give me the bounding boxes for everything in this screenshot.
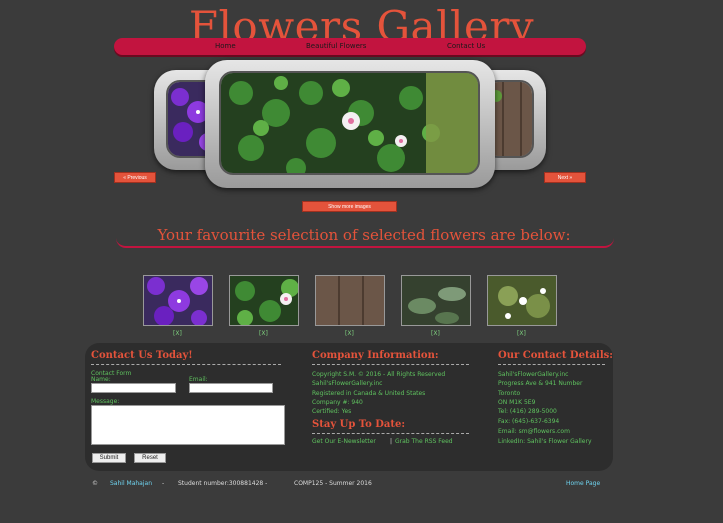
contact-details-title: Our Contact Details:: [498, 350, 613, 361]
details-line-3: Toronto: [498, 390, 521, 397]
course-info: COMP125 - Summer 2016: [294, 480, 372, 487]
student-number: Student number:300881428 -: [178, 480, 268, 487]
contact-details-rule: [498, 364, 605, 365]
company-line-3: Registered in Canada & United States: [312, 390, 426, 397]
stay-up-to-date-rule: [312, 433, 469, 434]
name-field[interactable]: [91, 383, 176, 393]
company-line-1: Copyright S.M. © 2016 - All Rights Reser…: [312, 371, 446, 378]
home-page-link[interactable]: Home Page: [566, 480, 600, 487]
thumbnail-wood-fence[interactable]: [315, 275, 385, 326]
thumbnail-mark-5[interactable]: [X]: [517, 330, 526, 337]
white-flower-thumbnail: [488, 276, 556, 325]
nav-contact-link[interactable]: Contact Us: [447, 42, 485, 50]
slide-main-image: [219, 71, 480, 175]
nav-bar: Home Beautiful Flowers Contact Us: [114, 38, 586, 55]
rss-feed-link[interactable]: Grab The RSS Feed: [395, 438, 453, 445]
thumbnail-leaves[interactable]: [401, 275, 471, 326]
company-line-2: Sahil'sFlowerGallery.inc: [312, 380, 383, 387]
thumbnail-clover-flower[interactable]: [229, 275, 299, 326]
newsletter-link[interactable]: Get Our E-Newsletter: [312, 438, 376, 445]
author-dash: -: [162, 480, 165, 487]
contact-form-title: Contact Us Today!: [91, 350, 193, 361]
thumbnail-mark-3[interactable]: [X]: [345, 330, 354, 337]
link-separator: |: [390, 438, 393, 445]
details-line-1: Sahil'sFlowerGallery.inc: [498, 371, 569, 378]
details-line-5: Tel: (416) 289-5000: [498, 408, 557, 415]
nav-beautiful-flowers-link[interactable]: Beautiful Flowers: [306, 42, 366, 50]
name-label: Name:: [91, 376, 111, 383]
company-line-4: Company #: 940: [312, 399, 363, 406]
message-label: Message:: [91, 398, 120, 405]
clover-flower-image: [221, 73, 478, 173]
thumbnail-mark-2[interactable]: [X]: [259, 330, 268, 337]
reset-button[interactable]: Reset: [134, 453, 166, 463]
stay-up-to-date-title: Stay Up To Date:: [312, 419, 406, 430]
thumbnail-white-flowers[interactable]: [487, 275, 557, 326]
company-line-5: Certified: Yes: [312, 408, 352, 415]
wood-thumbnail: [316, 276, 384, 325]
thumbnail-mark-1[interactable]: [X]: [173, 330, 182, 337]
company-info-title: Company Information:: [312, 350, 439, 361]
show-more-images-button[interactable]: Show more images: [302, 201, 397, 212]
email-field[interactable]: [189, 383, 273, 393]
section-heading-underline: [116, 238, 614, 248]
submit-button[interactable]: Submit: [92, 453, 126, 463]
company-info-rule: [312, 364, 469, 365]
details-line-6: Fax: (645)-637-6394: [498, 418, 560, 425]
nav-home-link[interactable]: Home: [215, 42, 236, 50]
copyright-symbol: ©: [92, 480, 98, 487]
message-textarea[interactable]: [91, 405, 285, 445]
details-line-8[interactable]: LinkedIn: Sahil's Flower Gallery: [498, 438, 592, 445]
details-line-7[interactable]: Email: sm@flowers.com: [498, 428, 570, 435]
thumbnail-mark-4[interactable]: [X]: [431, 330, 440, 337]
author-link[interactable]: Sahil Mahajan: [110, 480, 152, 487]
slide-main-frame[interactable]: [205, 60, 495, 188]
thumbnail-purple-flowers[interactable]: [143, 275, 213, 326]
details-line-4: ON M1K 5E9: [498, 399, 536, 406]
email-label: Email:: [189, 376, 208, 383]
details-line-2: Progress Ave & 941 Number: [498, 380, 583, 387]
contact-form-rule: [91, 364, 281, 365]
purple-flower-thumbnail: [144, 276, 212, 325]
next-button[interactable]: Next »: [544, 172, 586, 183]
clover-thumbnail: [230, 276, 298, 325]
previous-button[interactable]: « Previous: [114, 172, 156, 183]
leaves-thumbnail: [402, 276, 470, 325]
